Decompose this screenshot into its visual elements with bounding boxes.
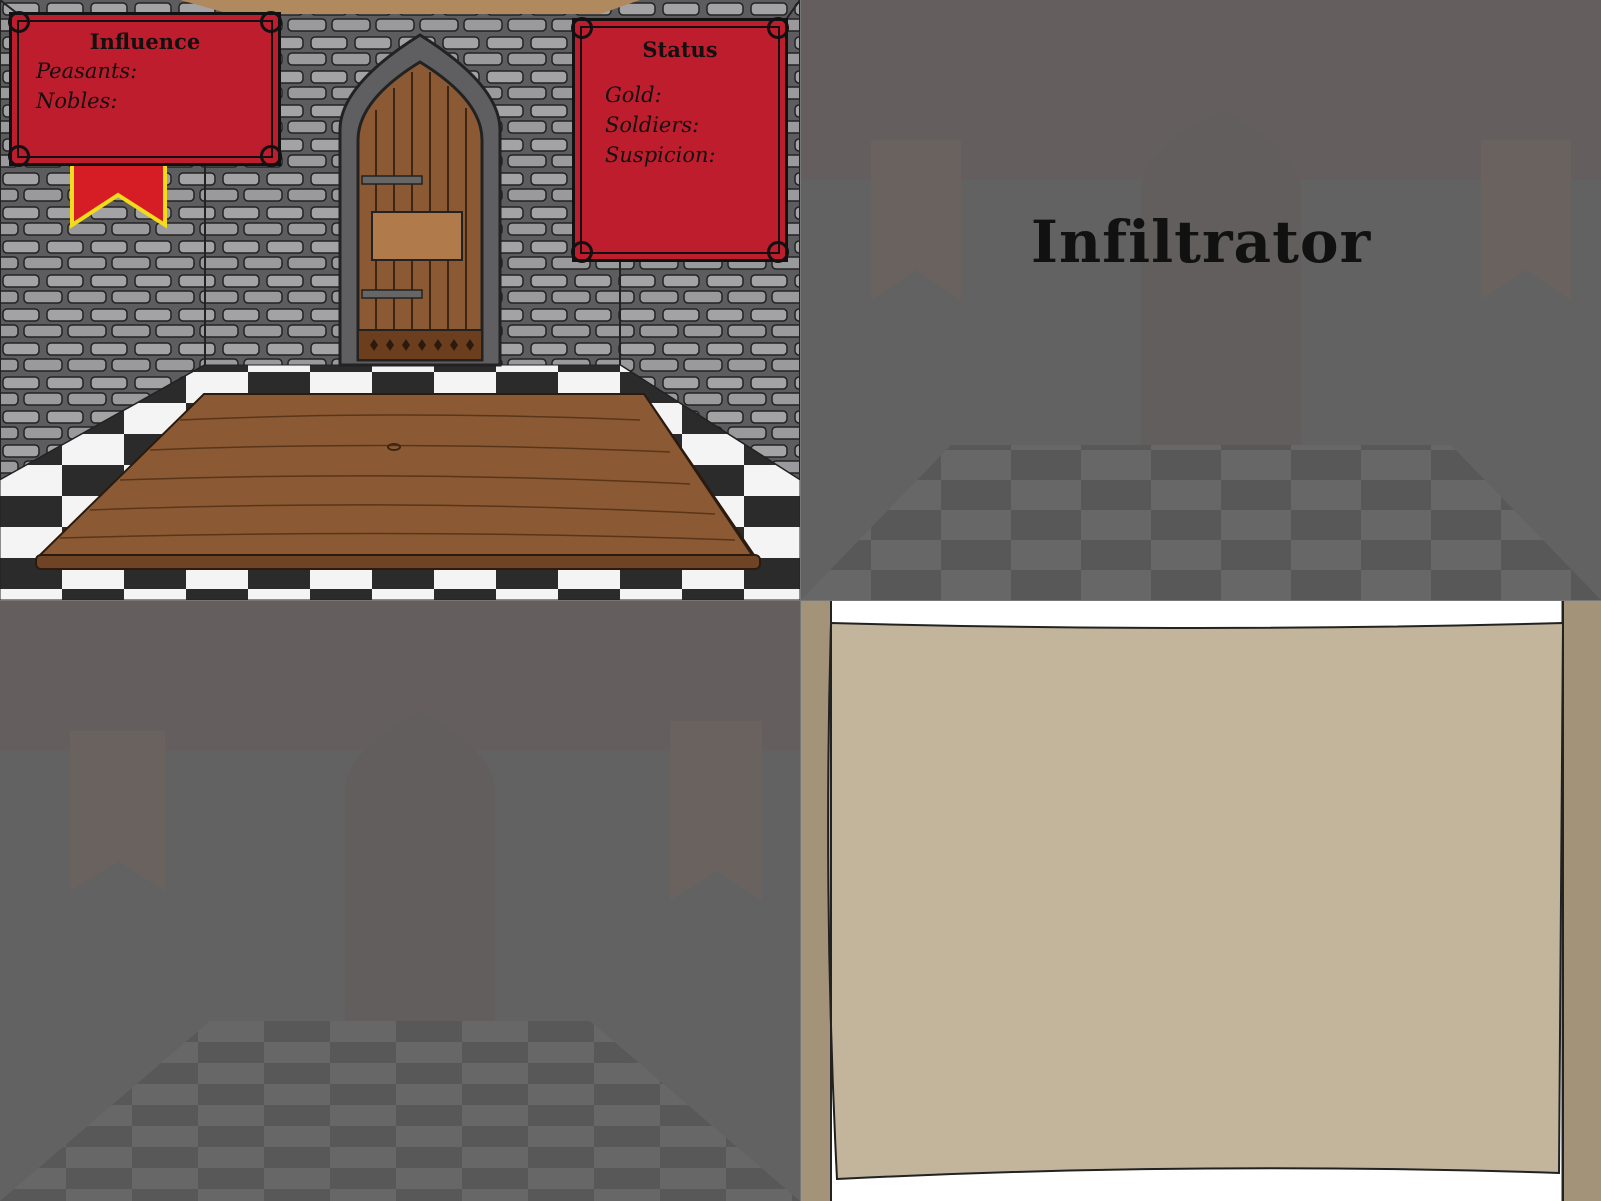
soldiers-label: Soldiers: — [605, 113, 700, 137]
parchment-scroll — [801, 601, 1601, 1201]
nobles-label: Nobles: — [36, 89, 118, 113]
status-panel: Status Gold: Soldiers: Suspicion: — [571, 17, 789, 263]
castle-room-view: Influence Peasants: Nobles: Status Gold:… — [0, 0, 800, 600]
suspicion-label: Suspicion: — [605, 143, 716, 167]
dimmed-room-view — [0, 601, 800, 1201]
influence-title: Influence — [89, 29, 201, 54]
influence-panel: Influence Peasants: Nobles: — [8, 11, 282, 167]
title-screen: Infiltrator — [801, 0, 1601, 600]
parchment-scene — [801, 601, 1601, 1201]
gold-label: Gold: — [605, 83, 662, 107]
game-title: Infiltrator — [1030, 208, 1372, 276]
peasants-label: Peasants: — [36, 59, 138, 83]
status-title: Status — [642, 37, 718, 62]
